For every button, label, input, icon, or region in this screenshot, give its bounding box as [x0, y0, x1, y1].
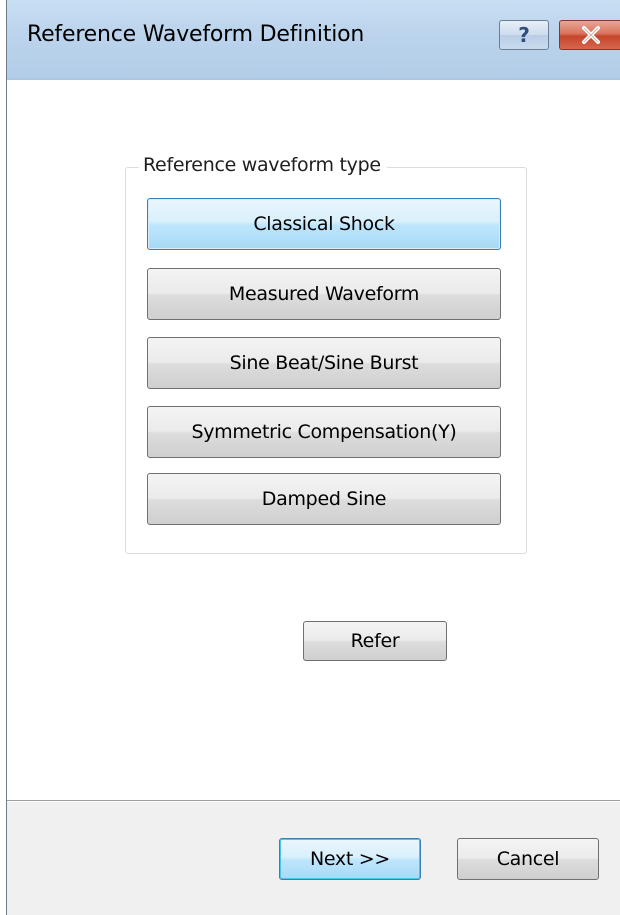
- cancel-button[interactable]: Cancel: [457, 838, 599, 880]
- classical-shock-button[interactable]: Classical Shock: [147, 198, 501, 250]
- dialog-window: Reference Waveform Definition ? Referenc…: [6, 0, 620, 915]
- damped-sine-button[interactable]: Damped Sine: [147, 473, 501, 525]
- symmetric-compensation-button[interactable]: Symmetric Compensation(Y): [147, 406, 501, 458]
- question-mark-icon: ?: [518, 23, 530, 47]
- groupbox-label: Reference waveform type: [139, 154, 387, 176]
- sine-beat-sine-burst-button[interactable]: Sine Beat/Sine Burst: [147, 337, 501, 389]
- refer-button[interactable]: Refer: [303, 621, 447, 661]
- measured-waveform-button[interactable]: Measured Waveform: [147, 268, 501, 320]
- close-icon: [581, 26, 600, 44]
- dialog-content: Reference waveform type Classical Shock …: [7, 80, 620, 915]
- help-button[interactable]: ?: [499, 20, 549, 50]
- window-title: Reference Waveform Definition: [27, 22, 365, 47]
- title-bar[interactable]: Reference Waveform Definition ?: [7, 0, 620, 78]
- next-button[interactable]: Next >>: [279, 838, 421, 880]
- close-button[interactable]: [559, 20, 620, 50]
